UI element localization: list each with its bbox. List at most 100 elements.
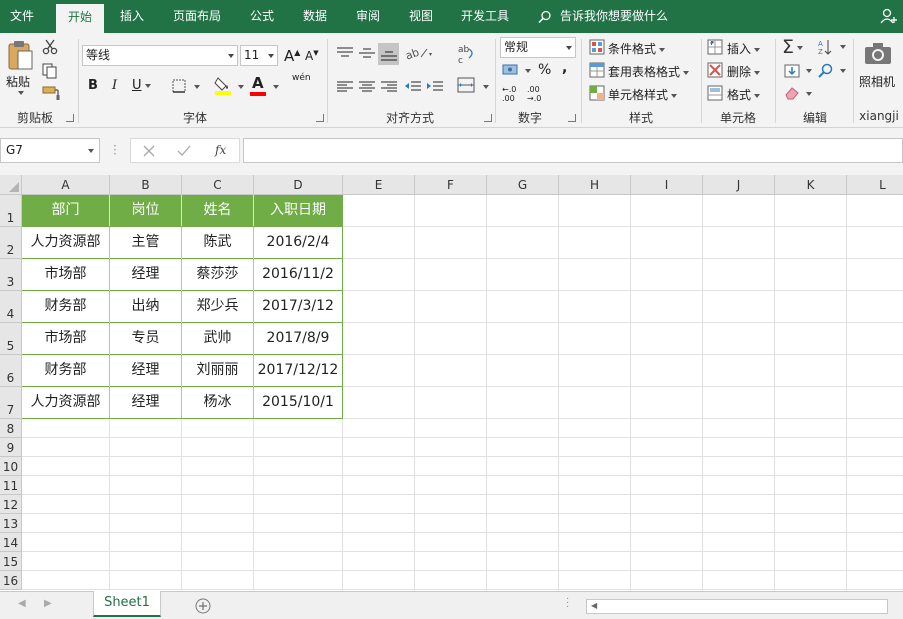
table-cell[interactable]: 蔡莎莎 [182,259,253,290]
chevron-down-icon[interactable] [806,69,812,73]
table-cell[interactable]: 专员 [110,323,181,354]
table-cell[interactable]: 武帅 [182,323,253,354]
chevron-down-icon[interactable] [797,45,804,50]
column-header-f[interactable]: F [415,175,487,195]
percent-style-button[interactable]: % [538,62,551,78]
share-icon[interactable] [880,8,898,24]
row-header-15[interactable]: 15 [0,552,22,571]
delete-cells-button[interactable]: 删除 [727,63,761,80]
orientation-icon[interactable]: ab [405,45,433,61]
chevron-down-icon[interactable] [754,93,761,98]
tab-page-layout[interactable]: 页面布局 [164,0,230,33]
chevron-down-icon[interactable] [659,47,666,52]
chevron-down-icon[interactable] [566,46,572,50]
row-header-12[interactable]: 12 [0,495,22,514]
increase-font-size-button[interactable]: A▲ [284,47,300,65]
table-cell[interactable]: 2017/8/9 [254,323,342,354]
alignment-launcher[interactable] [484,114,492,122]
borders-icon[interactable] [172,79,186,93]
chevron-down-icon[interactable] [754,70,761,75]
sheet-tab-sheet1[interactable]: Sheet1 [93,591,161,617]
chevron-down-icon[interactable] [671,93,678,98]
tab-review[interactable]: 审阅 [346,0,390,33]
row-header-11[interactable]: 11 [0,476,22,495]
table-cell[interactable]: 出纳 [110,291,181,322]
tab-split-grip[interactable]: · · · [566,595,569,613]
font-color-button[interactable]: A [252,74,264,92]
table-cell[interactable]: 郑少兵 [182,291,253,322]
column-header-c[interactable]: C [182,175,254,195]
table-cell[interactable]: 经理 [110,387,181,418]
column-header-j[interactable]: J [703,175,775,195]
paste-button[interactable]: 粘贴 [6,73,30,90]
paste-icon[interactable] [6,39,34,71]
row-header-10[interactable]: 10 [0,457,22,476]
table-cell[interactable]: 2017/3/12 [254,291,342,322]
chevron-down-icon[interactable] [194,85,200,89]
tab-home[interactable]: 开始 [56,4,104,33]
merge-center-icon[interactable] [457,77,475,93]
comma-style-button[interactable]: , [562,60,567,76]
font-launcher[interactable] [316,114,324,122]
increase-indent-icon[interactable] [427,81,443,93]
row-header-4[interactable]: 4 [0,291,22,323]
sort-filter-icon[interactable]: AZ [818,39,836,55]
autosum-button[interactable]: Σ [782,36,804,58]
clipboard-launcher[interactable] [66,114,74,122]
number-format-combo[interactable]: 常规 [500,37,576,58]
tab-developer[interactable]: 开发工具 [452,0,518,33]
fill-color-icon[interactable] [214,75,232,95]
row-header-6[interactable]: 6 [0,355,22,387]
table-cell[interactable]: 财务部 [22,355,109,386]
tab-insert[interactable]: 插入 [110,0,154,33]
decrease-indent-icon[interactable] [405,81,421,93]
wrap-text-icon[interactable]: abc [457,43,477,65]
worksheet-grid[interactable]: A B C D E F G H I J K L 1 2 3 4 5 6 7 8 9 10 11 12 13 14 15 16 部门 岗位姓… [0,175,903,591]
row-header-13[interactable]: 13 [0,514,22,533]
bottom-align-button[interactable] [378,43,399,65]
table-cell[interactable]: 财务部 [22,291,109,322]
accounting-format-icon[interactable] [502,63,520,77]
column-header-l[interactable]: L [847,175,903,195]
format-painter-icon[interactable] [42,85,60,101]
chevron-down-icon[interactable] [144,83,151,88]
scroll-tabs-right-icon[interactable]: ▶ [44,598,52,609]
format-as-table-button[interactable]: 套用表格格式 [608,63,690,80]
chevron-down-icon[interactable] [238,85,244,89]
insert-cells-button[interactable]: 插入 [727,40,761,57]
italic-button[interactable]: I [112,78,117,93]
column-header-i[interactable]: I [631,175,703,195]
conditional-formatting-button[interactable]: 条件格式 [608,40,666,57]
decrease-decimal-button[interactable]: .00 →.0 [527,85,541,103]
cut-icon[interactable] [42,39,58,55]
chevron-down-icon[interactable] [683,70,690,75]
select-all-button[interactable] [0,175,22,195]
font-size-combo[interactable]: 11 [240,45,278,66]
table-cell[interactable]: 经理 [110,355,181,386]
column-header-b[interactable]: B [110,175,182,195]
table-cell[interactable]: 经理 [110,259,181,290]
column-header-h[interactable]: H [559,175,631,195]
table-cell[interactable]: 2017/12/12 [254,355,342,386]
column-header-k[interactable]: K [775,175,847,195]
scroll-left-icon[interactable]: ◀ [591,601,597,610]
table-header-cell[interactable]: 姓名 [182,195,253,226]
enter-icon[interactable] [177,145,191,157]
scroll-tabs-left-icon[interactable]: ◀ [18,598,26,609]
table-header-cell[interactable]: 岗位 [110,195,181,226]
font-name-combo[interactable]: 等线 [82,45,238,66]
table-header-cell[interactable]: 部门 [22,195,109,226]
table-cell[interactable]: 2016/2/4 [254,227,342,258]
middle-align-icon[interactable] [359,47,375,59]
align-right-icon[interactable] [381,81,397,93]
format-cells-button[interactable]: 格式 [727,86,761,103]
row-header-2[interactable]: 2 [0,227,22,259]
table-cell[interactable]: 主管 [110,227,181,258]
new-sheet-icon[interactable] [195,598,211,614]
row-header-3[interactable]: 3 [0,259,22,291]
tab-formulas[interactable]: 公式 [240,0,284,33]
underline-button[interactable]: U [132,78,151,93]
table-cell[interactable]: 市场部 [22,323,109,354]
find-select-icon[interactable] [818,63,834,79]
row-header-16[interactable]: 16 [0,571,22,590]
